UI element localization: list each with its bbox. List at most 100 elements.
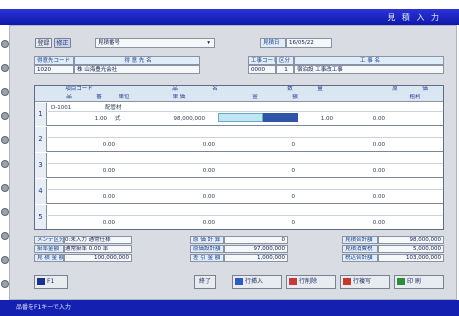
active-cell-highlight[interactable] xyxy=(218,113,263,122)
rate-value[interactable]: 通常掛率 0.00 率 xyxy=(64,245,132,253)
row-number: 1 xyxy=(35,103,47,126)
ring-icon xyxy=(1,232,9,240)
grand-total-value: 103,000,000 xyxy=(378,254,444,262)
row-number: 4 xyxy=(35,179,47,204)
row-cost-cell[interactable]: 0.00 xyxy=(355,219,385,227)
maint-class-label: メンテ区分 xyxy=(34,236,64,244)
print-button[interactable]: 印 刷 xyxy=(394,275,444,289)
cost-calc-label: 原 価 計 算 xyxy=(190,236,224,244)
ring-icon xyxy=(1,256,9,264)
header-number: 番 xyxy=(96,94,102,100)
table-header: 項目コード 品 名 数 量 原 価 品 番 単位 単 価 金 額 粗利 xyxy=(35,86,443,102)
grand-total-label: 税込合計額 xyxy=(342,254,378,262)
row-cost-cell[interactable]: 0.00 xyxy=(355,115,385,123)
customer-code-label: 得意先コード xyxy=(34,56,74,65)
ring-icon xyxy=(1,112,9,120)
ring-icon xyxy=(1,40,9,48)
header-amount-a: 金 xyxy=(252,94,258,100)
estimate-amount-label: 見 積 金 額 xyxy=(34,254,64,262)
class-field[interactable]: 1 xyxy=(276,65,294,74)
header-name: 名 xyxy=(212,86,218,92)
row-price-cell[interactable]: 0.00 xyxy=(175,167,215,175)
delete-row-button[interactable]: 行削除 xyxy=(286,275,336,289)
chevron-down-icon: ▾ xyxy=(207,40,210,46)
header-qty-b: 量 xyxy=(317,86,323,92)
row-qty-cell[interactable]: 0.00 xyxy=(95,193,115,201)
estimate-date-field[interactable]: 16/05/22 xyxy=(286,38,332,48)
rate-label: 掛率金額 xyxy=(34,245,64,253)
ring-icon xyxy=(1,160,9,168)
tab-register[interactable]: 登録 xyxy=(35,38,52,48)
ring-icon xyxy=(1,184,9,192)
row-qty-cell[interactable]: 0.00 xyxy=(95,219,115,227)
table-row[interactable]: 5 0.00 0.00 0 0.00 xyxy=(35,205,443,229)
ring-icon xyxy=(1,280,9,288)
diff-amount-value: 1,000,000 xyxy=(224,254,288,262)
header-part: 品 xyxy=(66,94,72,100)
total-value: 98,000,000 xyxy=(378,236,444,244)
f1-button[interactable]: F1 xyxy=(34,275,68,289)
row-item-cell[interactable]: 配管材 xyxy=(105,104,145,112)
insert-row-button[interactable]: 行挿入 xyxy=(232,275,282,289)
row-number: 5 xyxy=(35,205,47,229)
header-amount-b: 額 xyxy=(292,94,298,100)
maint-class-value[interactable]: 0:未入力 通常仕様 xyxy=(64,236,132,244)
table-row[interactable]: 3 0.00 0.00 0 0.00 xyxy=(35,153,443,178)
selected-cell[interactable] xyxy=(263,113,298,122)
header-unit: 単位 xyxy=(118,94,130,100)
row-price-cell[interactable]: 0.00 xyxy=(175,141,215,149)
row-amount-cell[interactable]: 0 xyxy=(275,193,296,201)
table-row[interactable]: 4 0.00 0.00 0 0.00 xyxy=(35,179,443,204)
tax-label: 見積消費税 xyxy=(342,245,378,253)
row-number: 3 xyxy=(35,153,47,178)
ring-icon xyxy=(1,64,9,72)
project-name-label: 工 事 名 xyxy=(294,56,444,65)
project-name-field[interactable]: 宿泊設 工事改工事 xyxy=(294,65,444,74)
row-qty-cell[interactable]: 1.00 xyxy=(87,115,107,123)
estimate-date-label: 見積日 xyxy=(260,38,286,48)
title-bar: 見 積 入 力 xyxy=(0,9,459,25)
cost-design-label: 原価設計額 xyxy=(190,245,224,253)
project-code-field[interactable]: 0000 xyxy=(248,65,276,74)
copy-row-label: 行複写 xyxy=(353,278,372,285)
estimate-number-select[interactable]: 見積番号 ▾ xyxy=(95,38,215,48)
table-row[interactable]: 1 D-1001 配管材 1.00 式 98,000,000 1.00 0.00 xyxy=(35,103,443,126)
row-amount-cell[interactable]: 0 xyxy=(275,167,296,175)
row-unit-cell[interactable]: 式 xyxy=(115,115,127,123)
delete-icon xyxy=(289,278,297,285)
table-row[interactable]: 2 0.00 0.00 0 0.00 xyxy=(35,127,443,152)
row-amount-cell[interactable]: 0 xyxy=(275,141,296,149)
keyboard-icon xyxy=(37,278,45,285)
row-code-cell[interactable]: D-1001 xyxy=(51,104,91,112)
estimate-number-label: 見積番号 xyxy=(98,40,121,46)
row-qty-cell[interactable]: 0.00 xyxy=(95,167,115,175)
cost-design-value: 97,000,000 xyxy=(224,245,288,253)
copy-row-button[interactable]: 行複写 xyxy=(340,275,390,289)
detail-table: 項目コード 品 名 数 量 原 価 品 番 単位 単 価 金 額 粗利 1 D-… xyxy=(34,85,444,230)
row-cost-cell[interactable]: 0.00 xyxy=(355,167,385,175)
exit-button[interactable]: 終了 xyxy=(194,275,216,289)
row-price-cell[interactable]: 0.00 xyxy=(175,193,215,201)
row-line xyxy=(48,179,443,190)
header-cost-a: 原 xyxy=(392,86,398,92)
row-cost-cell[interactable]: 0.00 xyxy=(355,193,385,201)
customer-name-field[interactable]: 株 山海豊光会社 xyxy=(74,65,200,74)
row-cost-cell[interactable]: 0.00 xyxy=(355,141,385,149)
f1-label: F1 xyxy=(47,278,55,285)
row-price-cell[interactable]: 98,000,000 xyxy=(145,115,206,123)
row-number: 2 xyxy=(35,127,47,152)
cost-calc-value: 0 xyxy=(224,236,288,244)
window-title: 見 積 入 力 xyxy=(387,13,441,22)
customer-name-label: 得 意 先 名 xyxy=(74,56,200,65)
row-margin-cell[interactable]: 1.00 xyxy=(303,115,333,123)
row-price-cell[interactable]: 0.00 xyxy=(175,219,215,227)
insert-icon xyxy=(235,278,243,285)
row-qty-cell[interactable]: 0.00 xyxy=(95,141,115,149)
tab-edit[interactable]: 修正 xyxy=(54,38,71,48)
header-unit-price: 単 価 xyxy=(172,94,186,100)
diff-amount-label: 差 引 金 額 xyxy=(190,254,224,262)
row-amount-cell[interactable]: 0 xyxy=(275,219,296,227)
project-code-label: 工事コード xyxy=(248,56,276,65)
customer-code-field[interactable]: 1020 xyxy=(34,65,74,74)
header-cost-b: 価 xyxy=(422,86,428,92)
